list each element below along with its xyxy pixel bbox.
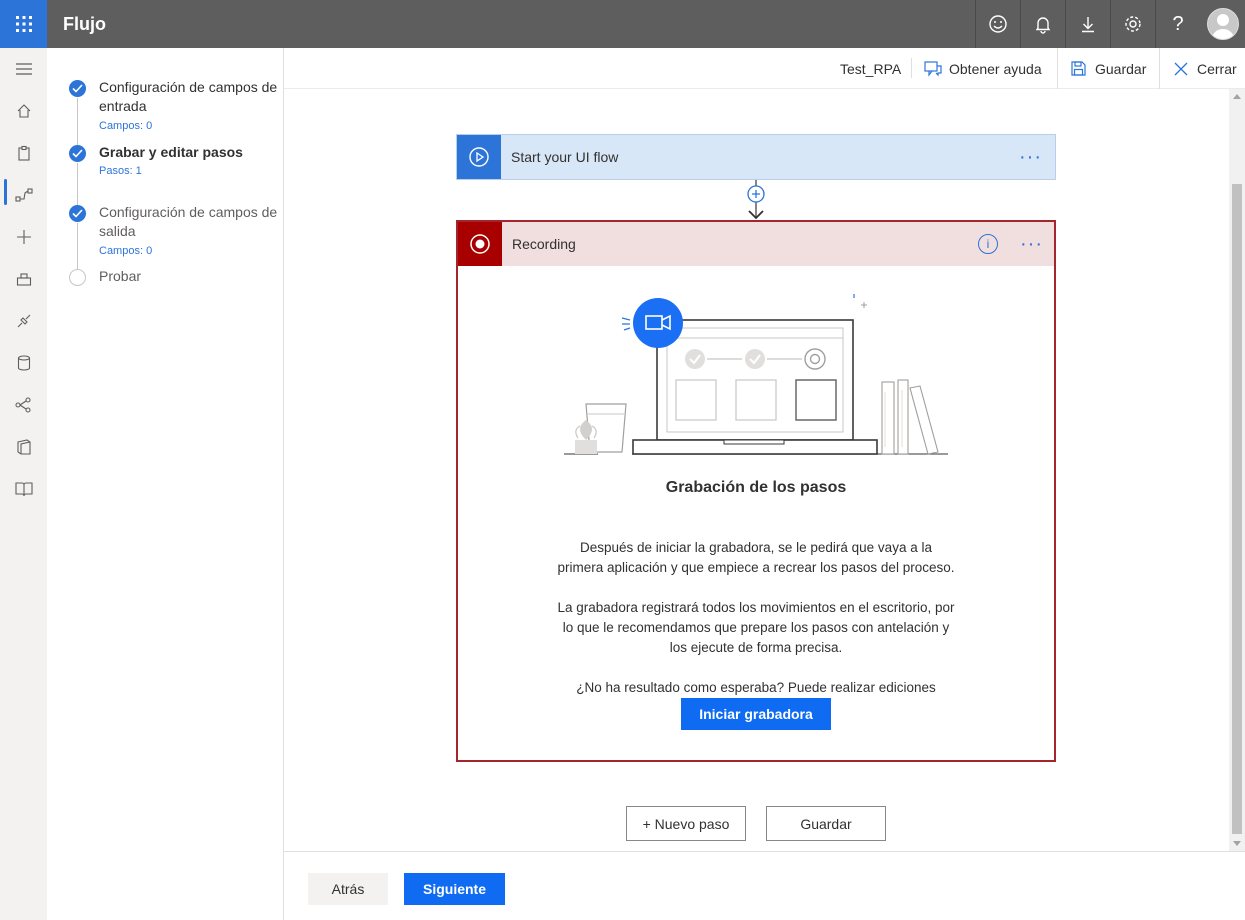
check-circle-icon xyxy=(69,205,86,222)
data-icon[interactable] xyxy=(0,342,47,384)
info-icon[interactable]: i xyxy=(978,234,998,254)
recording-card-header[interactable]: Recording i ··· xyxy=(458,222,1054,266)
recording-heading: Grabación de los pasos xyxy=(665,479,847,496)
close-icon xyxy=(1174,62,1188,76)
ai-icon[interactable] xyxy=(0,384,47,426)
flow-name: Test_RPA xyxy=(840,60,902,77)
avatar[interactable] xyxy=(1201,0,1245,48)
rail-active-indicator xyxy=(4,179,7,205)
flow-icon[interactable] xyxy=(0,174,47,216)
connectors-icon[interactable] xyxy=(0,300,47,342)
step-subtitle: Campos: 0 xyxy=(99,245,153,257)
step-title: Configuración de campos de salida xyxy=(99,204,278,239)
new-step-button[interactable]: + Nuevo paso xyxy=(626,806,746,841)
more-options-icon[interactable]: ··· xyxy=(1019,135,1042,179)
step-subtitle: Pasos: 1 xyxy=(99,165,142,177)
more-options-icon[interactable]: ··· xyxy=(1020,222,1043,266)
gear-icon[interactable] xyxy=(1110,0,1155,48)
help-glyph: ? xyxy=(1172,12,1184,35)
app-title[interactable]: Flujo xyxy=(63,0,106,48)
step-title: Configuración de campos de entrada xyxy=(99,79,278,114)
step-connector-line xyxy=(77,223,78,270)
step-record-edit[interactable]: Grabar y editar pasos Pasos: 1 xyxy=(69,144,279,205)
recording-card-body: Grabación de los pasos Después de inicia… xyxy=(458,266,1054,760)
back-button[interactable]: Atrás xyxy=(308,873,388,905)
empty-circle-icon xyxy=(69,269,86,286)
get-help-button[interactable]: Obtener ayuda xyxy=(924,48,1042,89)
smiley-icon[interactable] xyxy=(975,0,1020,48)
recording-paragraph-1: Después de iniciar la grabadora, se le p… xyxy=(557,540,955,575)
help-icon[interactable]: ? xyxy=(1155,0,1200,48)
waffle-icon[interactable] xyxy=(0,0,47,48)
scrollbar-thumb[interactable] xyxy=(1232,184,1242,834)
chat-icon xyxy=(924,60,942,77)
solutions-icon[interactable] xyxy=(0,426,47,468)
plus-icon[interactable] xyxy=(0,216,47,258)
canvas-scrollbar[interactable] xyxy=(1229,89,1245,851)
recording-illustration xyxy=(564,294,948,455)
start-recorder-button[interactable]: Iniciar grabadora xyxy=(681,698,831,730)
divider xyxy=(911,58,912,78)
recording-paragraph-2: La grabadora registrará todos los movimi… xyxy=(557,600,955,655)
divider xyxy=(1159,48,1160,89)
step-title: Grabar y editar pasos xyxy=(99,144,243,160)
recording-title: Recording xyxy=(512,236,576,252)
start-card-title: Start your UI flow xyxy=(511,149,619,165)
top-bar: Flujo ? xyxy=(0,0,1245,48)
left-rail xyxy=(0,48,47,920)
clipboard-icon[interactable] xyxy=(0,132,47,174)
check-circle-icon xyxy=(69,145,86,162)
wizard-steps-panel: Configuración de campos de entrada Campo… xyxy=(47,48,284,920)
wizard-footer: Atrás Siguiente xyxy=(284,851,1245,920)
scroll-down-icon[interactable] xyxy=(1233,841,1241,847)
save-icon xyxy=(1071,61,1086,76)
recording-description: Después de iniciar la grabadora, se le p… xyxy=(458,538,1054,701)
step-subtitle: Campos: 0 xyxy=(99,120,153,132)
step-title: Probar xyxy=(99,268,142,284)
bell-icon[interactable] xyxy=(1020,0,1065,48)
command-bar: Test_RPA Obtener ayuda Guardar Cerrar xyxy=(284,48,1245,89)
start-ui-flow-card[interactable]: Start your UI flow ··· xyxy=(456,134,1056,180)
close-button[interactable]: Cerrar xyxy=(1174,48,1237,89)
save-button[interactable]: Guardar xyxy=(1071,48,1146,89)
flow-canvas: Start your UI flow ··· Recording i ··· G… xyxy=(284,89,1229,851)
get-help-label: Obtener ayuda xyxy=(949,60,1042,77)
menu-icon[interactable] xyxy=(0,48,47,90)
learn-icon[interactable] xyxy=(0,468,47,510)
next-button[interactable]: Siguiente xyxy=(404,873,505,905)
step-connector-line xyxy=(77,163,78,205)
divider xyxy=(1057,48,1058,89)
step-output-fields[interactable]: Configuración de campos de salida Campos… xyxy=(69,204,279,270)
record-icon xyxy=(458,222,502,266)
scroll-up-icon[interactable] xyxy=(1233,93,1241,99)
avatar-icon xyxy=(1207,8,1239,40)
save-label: Guardar xyxy=(1095,60,1147,77)
canvas-save-button[interactable]: Guardar xyxy=(766,806,886,841)
templates-icon[interactable] xyxy=(0,258,47,300)
step-connector-line xyxy=(77,98,78,145)
home-icon[interactable] xyxy=(0,90,47,132)
step-input-fields[interactable]: Configuración de campos de entrada Campo… xyxy=(69,79,279,145)
step-test[interactable]: Probar xyxy=(69,268,279,289)
check-circle-icon xyxy=(69,80,86,97)
download-icon[interactable] xyxy=(1065,0,1110,48)
play-flow-icon xyxy=(457,135,501,179)
add-step-connector[interactable] xyxy=(746,180,766,220)
recording-card: Recording i ··· Grabación de los pasos D… xyxy=(456,220,1056,762)
close-label: Cerrar xyxy=(1197,60,1237,77)
